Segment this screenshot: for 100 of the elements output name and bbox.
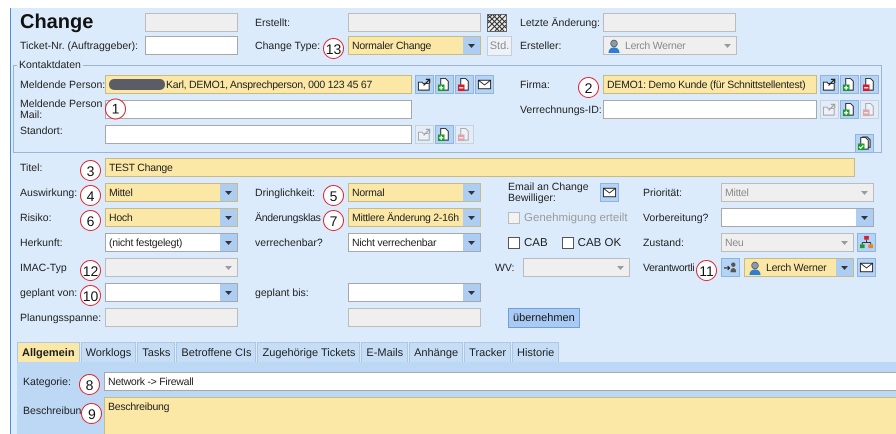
copy-button[interactable] (855, 134, 874, 153)
dropdown[interactable]: Lerch Werner (744, 258, 854, 277)
mail-button[interactable] (857, 258, 876, 277)
add-button[interactable] (840, 100, 859, 119)
assign-button[interactable] (721, 258, 740, 277)
dropdown[interactable]: Mittel (105, 183, 238, 202)
add-button[interactable] (435, 125, 454, 144)
text-field[interactable] (603, 100, 817, 119)
dropdown-button[interactable] (463, 284, 480, 301)
dropdown-arrow-icon (468, 240, 475, 244)
documents-check-icon (857, 136, 872, 151)
field-label: Letzte Änderung: (520, 16, 600, 28)
text-field[interactable] (105, 100, 412, 119)
dropdown-button[interactable] (463, 209, 480, 226)
dropdown[interactable]: Normaler Change (348, 36, 481, 55)
mail-icon (859, 260, 874, 275)
text-field[interactable] (145, 36, 238, 55)
field-label: Zustand: (643, 236, 684, 248)
delete-button[interactable] (455, 75, 474, 94)
field-label: Vorbereitung? (643, 212, 708, 224)
delete-button[interactable] (860, 75, 879, 94)
dropdown-button[interactable] (220, 234, 237, 251)
open-button[interactable] (415, 75, 434, 94)
field-label: IMAC-Typ (20, 262, 67, 274)
field-label: Email an Change Bewilliger: (508, 182, 590, 204)
dropdown[interactable]: (nicht festgelegt) (105, 233, 238, 252)
folder-arrow-icon (822, 77, 837, 92)
mail-button[interactable] (600, 183, 619, 202)
field-label: Titel: (20, 162, 42, 174)
text-field[interactable]: TEST Change (105, 158, 855, 177)
field-label: Firma: (520, 78, 550, 90)
redaction-mark (109, 79, 165, 90)
mail-icon (602, 185, 617, 200)
callout-marker: 11 (696, 260, 717, 281)
text-field[interactable]: DEMO1: Demo Kunde (für Schnittstellentest) (603, 75, 817, 94)
apply-button[interactable]: übernehmen (508, 308, 580, 328)
callout-marker: 3 (80, 160, 101, 181)
dropdown-arrow-icon (468, 216, 475, 220)
dropdown-arrow-icon (617, 266, 624, 270)
field-label: WV: (495, 262, 514, 274)
org-chart-icon (859, 235, 874, 250)
dropdown-arrow-icon (468, 190, 475, 194)
tab[interactable]: Historie (512, 342, 560, 362)
tab[interactable]: E-Mails (361, 342, 408, 362)
dropdown-arrow-icon (861, 190, 868, 194)
open-button[interactable] (820, 75, 839, 94)
tab[interactable]: Worklogs (80, 342, 136, 362)
dropdown-button[interactable] (836, 259, 853, 276)
tab[interactable]: Zugehörige Tickets (257, 342, 360, 362)
add-button[interactable] (840, 75, 859, 94)
person-icon (607, 38, 621, 52)
field-label: geplant von: (20, 286, 78, 298)
mail-button[interactable] (475, 75, 494, 94)
text-field[interactable] (105, 125, 412, 144)
field-label: verrechenbar? (255, 236, 323, 248)
folder-arrow-icon (822, 102, 837, 117)
dropdown[interactable]: Normal (348, 183, 481, 202)
text-field[interactable]: Network -> Firewall (104, 372, 896, 391)
field-label: Auswirkung: (20, 186, 78, 198)
tab[interactable]: Tasks (137, 342, 176, 362)
org-chart-button[interactable] (857, 233, 876, 252)
dropdown-arrow-icon (468, 290, 475, 294)
callout-marker: 5 (323, 185, 344, 206)
arrow-person-icon (723, 260, 738, 275)
dropdown-arrow-icon (225, 240, 232, 244)
tab[interactable]: Betroffene CIs (176, 342, 256, 362)
dropdown[interactable]: Hoch (105, 208, 238, 227)
callout-marker: 13 (323, 38, 344, 59)
callout-marker: 8 (79, 374, 100, 395)
group-title: Kontaktdaten (18, 59, 82, 72)
tab[interactable]: Tracker (464, 342, 512, 362)
field-label: Change Type: (255, 40, 320, 52)
dropdown-button[interactable] (463, 234, 480, 251)
dropdown-button[interactable] (220, 284, 237, 301)
checkbox[interactable]: CAB OK (562, 236, 622, 248)
text-area[interactable]: Beschreibung (104, 397, 896, 434)
dropdown-button[interactable] (220, 209, 237, 226)
dropdown-arrow-icon (841, 240, 848, 244)
dropdown-button[interactable] (220, 184, 237, 201)
person-icon (748, 260, 762, 274)
dropdown-button[interactable] (463, 184, 480, 201)
dropdown-arrow-icon (861, 216, 868, 220)
page-title: Change (20, 11, 94, 34)
dropdown-button[interactable] (856, 209, 873, 226)
tab[interactable]: Allgemein (17, 342, 80, 362)
text-field[interactable]: Karl, DEMO1, Ansprechperson, 000 123 45 67 (105, 75, 412, 94)
callout-marker: 4 (80, 185, 101, 206)
field-label: Dringlichkeit: (255, 186, 316, 198)
checkbox[interactable]: CAB (508, 236, 548, 248)
field-label: Risiko: (20, 212, 52, 224)
add-button[interactable] (435, 75, 454, 94)
callout-marker: 2 (578, 77, 599, 98)
dropdown[interactable]: Mittlere Änderung 2-16h (348, 208, 481, 227)
mail-icon (477, 77, 492, 92)
dropdown-arrow-icon (724, 44, 731, 48)
dropdown[interactable]: Nicht verrechenbar (348, 233, 481, 252)
tab[interactable]: Anhänge (409, 342, 464, 362)
dropdown-button[interactable] (463, 37, 480, 54)
field-label: Beschreibun (23, 404, 82, 416)
field-label: Meldende Person: (20, 78, 106, 90)
